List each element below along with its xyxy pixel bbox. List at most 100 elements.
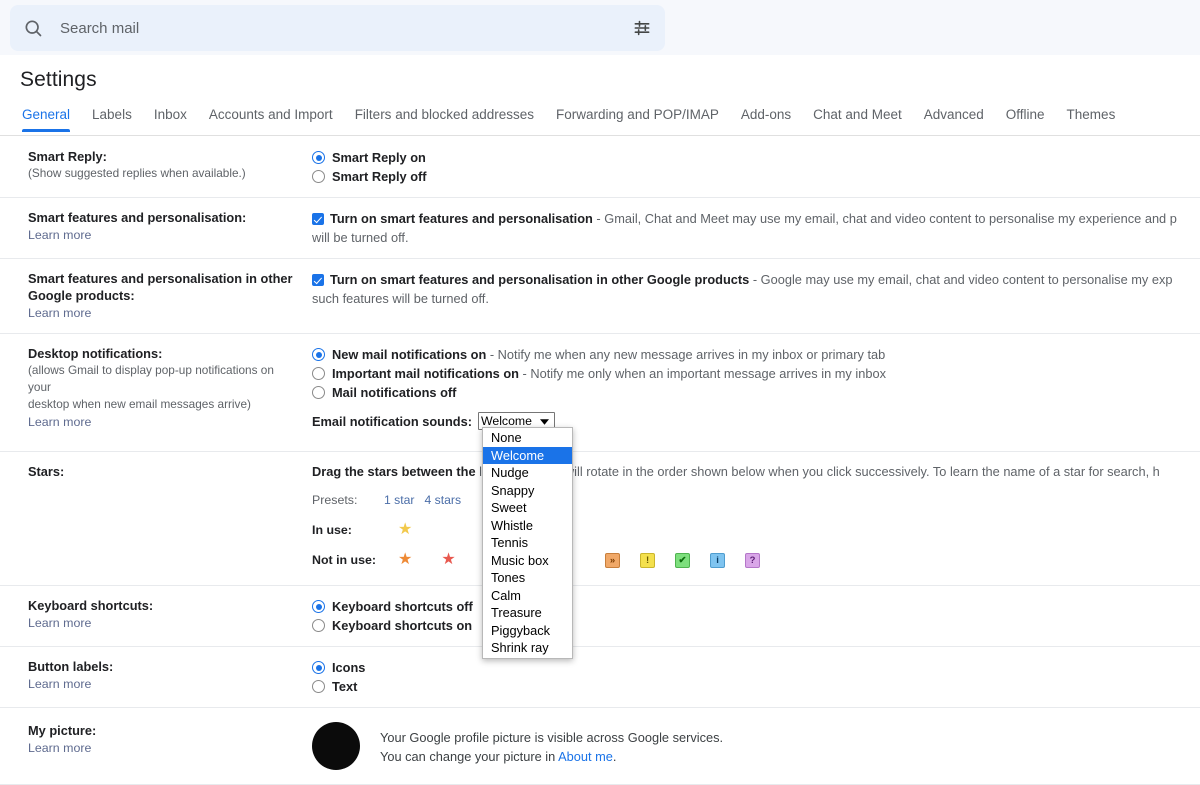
smart-features-other-checkbox-option[interactable]: Turn on smart features and personalisati… [312, 270, 1200, 289]
button-labels-text-option[interactable]: Text [312, 677, 1200, 696]
stars-in-use-label: In use: [312, 523, 384, 537]
smart-features-other-checkbox[interactable] [312, 274, 324, 286]
important-mail-notifications-option[interactable]: Important mail notifications on - Notify… [312, 364, 1200, 383]
stars-preset-4-stars[interactable]: 4 stars [424, 493, 461, 507]
button-labels-options: Icons Text [302, 658, 1200, 696]
tab-inbox[interactable]: Inbox [154, 107, 187, 132]
button-labels-text-radio[interactable] [312, 680, 325, 693]
new-mail-notifications-bold: New mail notifications on [332, 347, 486, 362]
desktop-notifications-options: New mail notifications on - Notify me wh… [302, 345, 1200, 431]
tab-advanced[interactable]: Advanced [924, 107, 984, 132]
desktop-notifications-sub-line1: (allows Gmail to display pop-up notifica… [28, 362, 294, 396]
important-mail-notifications-radio[interactable] [312, 367, 325, 380]
smart-reply-off-label: Smart Reply off [332, 169, 427, 184]
yellow-bang-badge-icon[interactable]: ! [640, 553, 655, 568]
sound-option-nudge[interactable]: Nudge [483, 464, 572, 482]
sound-option-tones[interactable]: Tones [483, 569, 572, 587]
new-mail-notifications-option[interactable]: New mail notifications on - Notify me wh… [312, 345, 1200, 364]
smart-features-other-title-line2: Google products: [28, 287, 294, 304]
smart-features-option-rest: - Gmail, Chat and Meet may use my email,… [593, 211, 1177, 226]
desktop-notifications-learn-more-link[interactable]: Learn more [28, 413, 294, 431]
red-star-icon[interactable]: ★ [441, 552, 455, 568]
button-labels-icons-option[interactable]: Icons [312, 658, 1200, 677]
sound-option-music-box[interactable]: Music box [483, 552, 572, 570]
purple-question-badge-icon[interactable]: ? [745, 553, 760, 568]
my-picture-line1: Your Google profile picture is visible a… [380, 728, 723, 747]
page-title: Settings [20, 68, 97, 92]
smart-reply-label-col: Smart Reply: (Show suggested replies whe… [0, 148, 302, 186]
email-notification-sounds-dropdown[interactable]: None Welcome Nudge Snappy Sweet Whistle … [482, 427, 573, 659]
smart-features-option-line2: will be turned off. [312, 228, 1200, 247]
keyboard-shortcuts-on-option[interactable]: Keyboard shortcuts on [312, 616, 1200, 635]
sound-option-none[interactable]: None [483, 429, 572, 447]
orange-guillemet-badge-icon[interactable]: » [605, 553, 620, 568]
sound-option-calm[interactable]: Calm [483, 587, 572, 605]
keyboard-shortcuts-on-radio[interactable] [312, 619, 325, 632]
tab-forwarding-and-pop-imap[interactable]: Forwarding and POP/IMAP [556, 107, 719, 132]
row-stars: Stars: Drag the stars between the lists.… [0, 452, 1200, 586]
sound-option-sweet[interactable]: Sweet [483, 499, 572, 517]
yellow-star-icon[interactable]: ★ [398, 522, 412, 538]
sound-option-snappy[interactable]: Snappy [483, 482, 572, 500]
button-labels-learn-more-link[interactable]: Learn more [28, 675, 294, 693]
smart-features-checkbox[interactable] [312, 213, 324, 225]
smart-features-other-learn-more-link[interactable]: Learn more [28, 304, 294, 322]
tab-filters-and-blocked-addresses[interactable]: Filters and blocked addresses [355, 107, 534, 132]
avatar[interactable] [312, 722, 360, 770]
keyboard-shortcuts-title: Keyboard shortcuts: [28, 597, 294, 614]
stars-description-rest: lists. The stars will rotate in the orde… [476, 464, 1160, 479]
my-picture-learn-more-link[interactable]: Learn more [28, 739, 294, 757]
blue-info-badge-icon[interactable]: i [710, 553, 725, 568]
smart-reply-off-option[interactable]: Smart Reply off [312, 167, 1200, 186]
tab-chat-and-meet[interactable]: Chat and Meet [813, 107, 902, 132]
my-picture-label-col: My picture: Learn more [0, 722, 302, 770]
search-input[interactable] [56, 6, 619, 50]
sound-option-piggyback[interactable]: Piggyback [483, 622, 572, 640]
smart-reply-on-label: Smart Reply on [332, 150, 426, 165]
tab-offline[interactable]: Offline [1006, 107, 1045, 132]
search-icon[interactable] [10, 5, 56, 51]
orange-star-icon[interactable]: ★ [398, 552, 412, 568]
stars-preset-1-star[interactable]: 1 star [384, 493, 414, 507]
my-picture-content: Your Google profile picture is visible a… [312, 722, 1200, 770]
sound-option-tennis[interactable]: Tennis [483, 534, 572, 552]
smart-features-other-option-bold: Turn on smart features and personalisati… [330, 272, 749, 287]
sound-option-welcome[interactable]: Welcome [483, 447, 572, 465]
smart-reply-on-option[interactable]: Smart Reply on [312, 148, 1200, 167]
tab-labels[interactable]: Labels [92, 107, 132, 132]
sound-option-treasure[interactable]: Treasure [483, 604, 572, 622]
search-bar[interactable] [10, 5, 665, 51]
tab-add-ons[interactable]: Add-ons [741, 107, 791, 132]
row-desktop-notifications: Desktop notifications: (allows Gmail to … [0, 334, 1200, 452]
smart-features-checkbox-option[interactable]: Turn on smart features and personalisati… [312, 209, 1200, 228]
tune-icon[interactable] [619, 5, 665, 51]
keyboard-shortcuts-learn-more-link[interactable]: Learn more [28, 614, 294, 632]
smart-reply-sub: (Show suggested replies when available.) [28, 165, 294, 182]
new-mail-notifications-radio[interactable] [312, 348, 325, 361]
about-me-link[interactable]: About me [558, 749, 613, 764]
smart-features-learn-more-link[interactable]: Learn more [28, 226, 294, 244]
tab-general[interactable]: General [22, 107, 70, 132]
smart-reply-on-radio[interactable] [312, 151, 325, 164]
stars-body: Drag the stars between the lists. The st… [302, 463, 1200, 571]
tab-accounts-and-import[interactable]: Accounts and Import [209, 107, 333, 132]
stars-not-in-use-label: Not in use: [312, 553, 384, 567]
sound-option-shrink-ray[interactable]: Shrink ray [483, 639, 572, 657]
mail-notifications-off-radio[interactable] [312, 386, 325, 399]
row-smart-features-other: Smart features and personalisation in ot… [0, 259, 1200, 334]
my-picture-text: Your Google profile picture is visible a… [380, 722, 723, 766]
stars-presets-row: Presets: 1 star 4 stars [312, 489, 1200, 511]
keyboard-shortcuts-options: Keyboard shortcuts off Keyboard shortcut… [302, 597, 1200, 635]
sound-option-whistle[interactable]: Whistle [483, 517, 572, 535]
settings-page: Settings General Labels Inbox Accounts a… [0, 55, 1200, 750]
tab-themes[interactable]: Themes [1067, 107, 1116, 132]
keyboard-shortcuts-off-option[interactable]: Keyboard shortcuts off [312, 597, 1200, 616]
button-labels-icons-radio[interactable] [312, 661, 325, 674]
keyboard-shortcuts-on-label: Keyboard shortcuts on [332, 618, 472, 633]
smart-reply-off-radio[interactable] [312, 170, 325, 183]
keyboard-shortcuts-off-radio[interactable] [312, 600, 325, 613]
stars-title: Stars: [28, 463, 294, 480]
green-check-badge-icon[interactable]: ✔ [675, 553, 690, 568]
mail-notifications-off-option[interactable]: Mail notifications off [312, 383, 1200, 402]
stars-not-in-use-row: Not in use: ★ ★ ★ » ! ✔ i ? [312, 549, 1200, 571]
